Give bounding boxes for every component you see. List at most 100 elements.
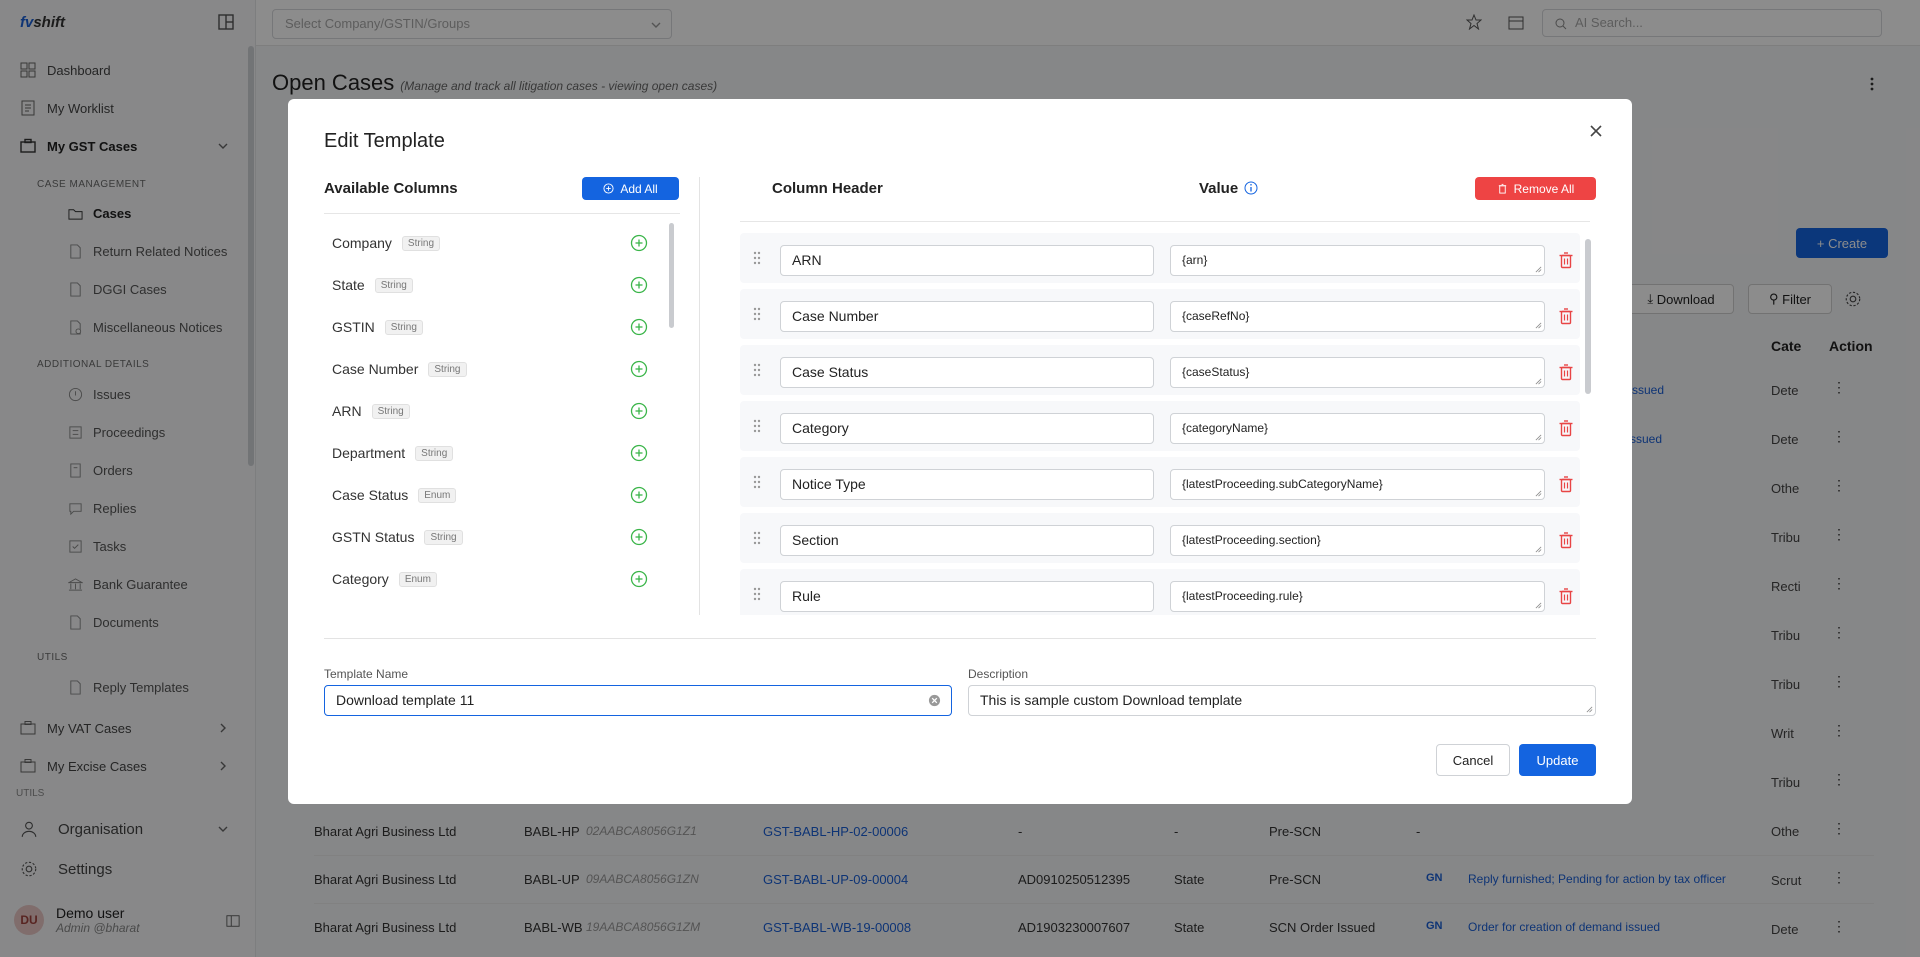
type-badge: String [401,235,441,251]
trash-icon[interactable] [1558,307,1574,325]
resize-handle-icon[interactable] [1535,266,1542,273]
add-column-icon[interactable] [630,570,648,588]
column-name: GSTN Status [332,529,415,545]
value-input[interactable]: {caseRefNo} [1170,301,1545,332]
available-column-item[interactable]: GSTN Status String [332,527,463,547]
add-column-icon[interactable] [630,276,648,294]
dialog-title: Edit Template [324,130,445,152]
drag-handle-icon[interactable] [752,418,762,434]
mapping-row[interactable]: Case Number {caseRefNo} [740,289,1580,339]
value-input[interactable]: {latestProceeding.rule} [1170,581,1545,612]
available-column-item[interactable]: Case Number String [332,359,467,379]
available-column-item[interactable]: State String [332,275,413,295]
add-column-icon[interactable] [630,444,648,462]
drag-handle-icon[interactable] [752,362,762,378]
mapping-row[interactable]: Notice Type {latestProceeding.subCategory… [740,457,1580,507]
resize-handle-icon[interactable] [1535,378,1542,385]
type-badge: String [424,529,463,545]
resize-handle-icon[interactable] [1535,602,1542,609]
available-column-item[interactable]: ARN String [332,401,410,421]
available-column-item[interactable]: Case Status Enum [332,485,457,505]
resize-handle-icon[interactable] [1535,490,1542,497]
panel-divider [699,177,700,615]
add-column-icon[interactable] [630,360,648,378]
value-input[interactable]: {categoryName} [1170,413,1545,444]
info-icon[interactable] [1244,181,1258,195]
value-input[interactable]: {caseStatus} [1170,357,1545,388]
available-columns-list[interactable]: Company String State String GSTIN String Case … [324,213,680,615]
add-column-icon[interactable] [630,402,648,420]
column-header-input[interactable]: ARN [780,245,1154,276]
column-mapping-list[interactable]: ARN {arn} Case Number {caseRefNo} Case Statu… [740,221,1590,615]
close-icon[interactable] [1584,119,1608,143]
drag-handle-icon[interactable] [752,306,762,322]
resize-handle-icon[interactable] [1586,706,1593,713]
available-columns-scrollbar[interactable] [669,223,674,328]
remove-all-button[interactable]: Remove All [1475,177,1596,200]
add-column-icon[interactable] [630,486,648,504]
add-column-icon[interactable] [630,234,648,252]
mapping-row[interactable]: Rule {latestProceeding.rule} [740,569,1580,615]
trash-icon[interactable] [1558,475,1574,493]
add-column-icon[interactable] [630,318,648,336]
resize-handle-icon[interactable] [1535,546,1542,553]
update-button[interactable]: Update [1519,744,1596,776]
value-text: {arn} [1182,253,1208,267]
mapping-row[interactable]: Section {latestProceeding.section} [740,513,1580,563]
value-input[interactable]: {latestProceeding.subCategoryName} [1170,469,1545,500]
drag-handle-icon[interactable] [752,250,762,266]
column-name: GSTIN [332,319,375,335]
mapping-row[interactable]: Case Status {caseStatus} [740,345,1580,395]
plus-circle-icon [603,183,614,194]
value-text: {latestProceeding.subCategoryName} [1182,477,1383,491]
value-input[interactable]: {latestProceeding.section} [1170,525,1545,556]
mapping-row[interactable]: Category {categoryName} [740,401,1580,451]
edit-template-dialog: Edit Template Available Columns Add All … [288,99,1632,804]
column-name: ARN [332,403,362,419]
drag-handle-icon[interactable] [752,586,762,602]
trash-icon[interactable] [1558,587,1574,605]
mapping-scrollbar[interactable] [1585,239,1591,394]
column-name: Department [332,445,406,461]
column-header-input[interactable]: Case Status [780,357,1154,388]
trash-icon [1498,183,1506,194]
resize-handle-icon[interactable] [1535,434,1542,441]
clear-icon[interactable] [928,694,941,707]
drag-handle-icon[interactable] [752,474,762,490]
available-column-item[interactable]: Department String [332,443,454,463]
column-header-input[interactable]: Rule [780,581,1154,612]
add-all-button[interactable]: Add All [582,177,679,200]
section-divider [324,638,1596,639]
available-column-item[interactable]: Company String [332,233,441,253]
available-column-item[interactable]: GSTIN String [332,317,423,337]
column-header-input[interactable]: Notice Type [780,469,1154,500]
description-input[interactable]: This is sample custom Download template [968,685,1596,716]
trash-icon[interactable] [1558,419,1574,437]
trash-icon[interactable] [1558,251,1574,269]
type-badge: String [374,277,413,293]
value-text: {categoryName} [1182,421,1269,435]
column-name: State [332,277,365,293]
trash-icon[interactable] [1558,531,1574,549]
value-text: {latestProceeding.section} [1182,533,1321,547]
add-column-icon[interactable] [630,528,648,546]
mapping-row[interactable]: ARN {arn} [740,233,1580,283]
template-name-input[interactable]: Download template 11 [324,685,952,716]
available-column-item[interactable]: Category Enum [332,569,437,589]
resize-handle-icon[interactable] [1535,322,1542,329]
value-input[interactable]: {arn} [1170,245,1545,276]
trash-icon[interactable] [1558,363,1574,381]
column-header-input[interactable]: Case Number [780,301,1154,332]
column-name: Company [332,235,392,251]
type-badge: String [384,319,423,335]
type-badge: String [415,445,454,461]
type-badge: String [428,361,467,377]
column-name: Category [332,571,389,587]
column-header-input[interactable]: Section [780,525,1154,556]
cancel-button[interactable]: Cancel [1436,744,1510,776]
value-title: Value [1199,180,1258,197]
value-text: {caseRefNo} [1182,309,1250,323]
column-header-input[interactable]: Category [780,413,1154,444]
value-text: {caseStatus} [1182,365,1250,379]
drag-handle-icon[interactable] [752,530,762,546]
